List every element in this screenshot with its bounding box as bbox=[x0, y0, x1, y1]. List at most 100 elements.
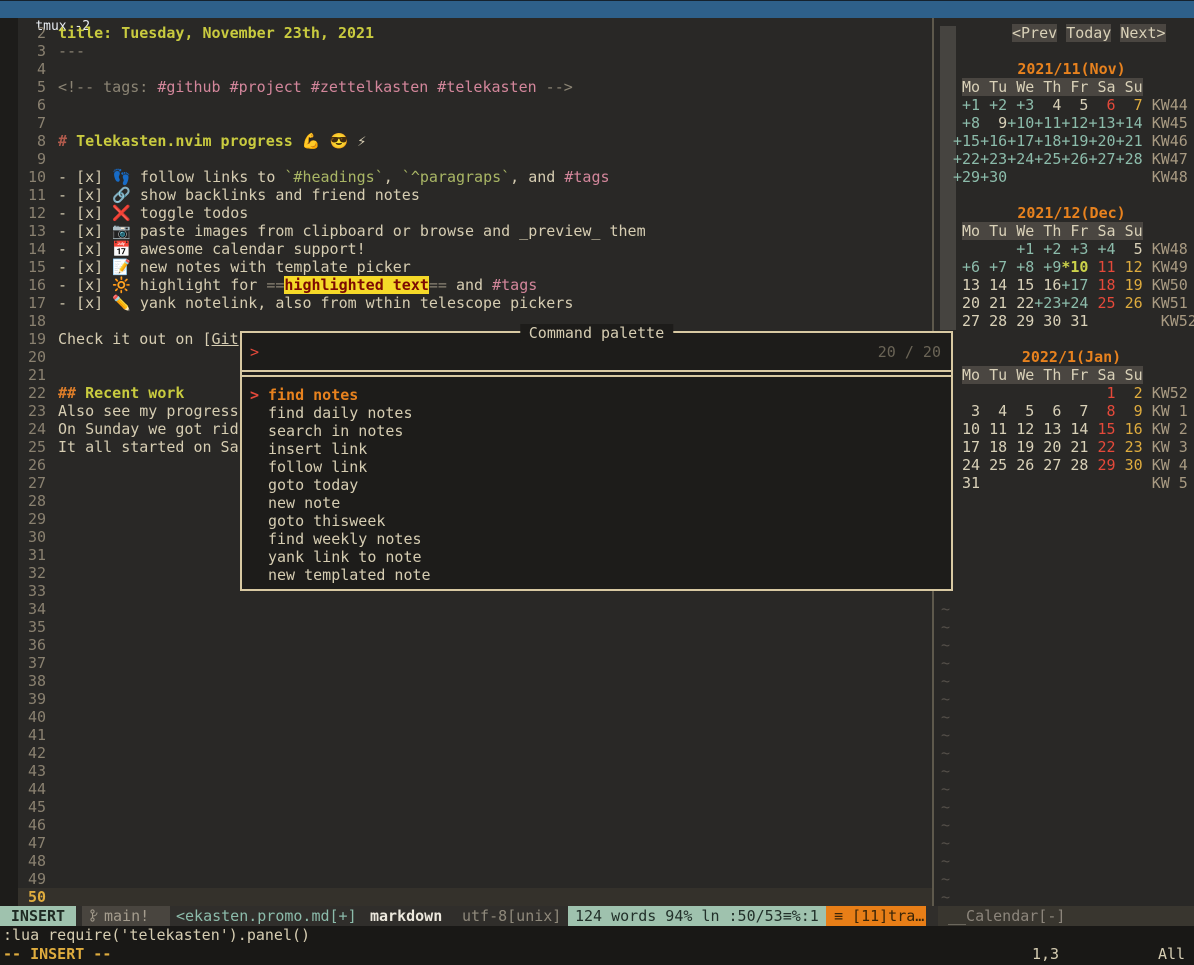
calendar-day[interactable]: +19 bbox=[1061, 132, 1088, 150]
palette-item[interactable]: insert link bbox=[242, 440, 951, 458]
calendar-nav-next[interactable]: Next> bbox=[1120, 24, 1165, 42]
calendar-day[interactable]: 30 bbox=[1034, 312, 1061, 330]
calendar-day[interactable]: +11 bbox=[1034, 114, 1061, 132]
calendar-day[interactable]: 4 bbox=[980, 402, 1007, 420]
editor-line[interactable]: - [x] 📅 awesome calendar support! bbox=[58, 240, 366, 258]
calendar-day[interactable]: +4 bbox=[1088, 240, 1115, 258]
calendar-day[interactable]: 5 bbox=[1116, 240, 1143, 258]
editor-line[interactable]: On Sunday we got rid bbox=[58, 420, 239, 438]
calendar-day[interactable]: +27 bbox=[1088, 150, 1115, 168]
calendar-day[interactable]: 14 bbox=[1061, 420, 1088, 438]
calendar-day[interactable]: +10 bbox=[1007, 114, 1034, 132]
calendar-day[interactable]: 19 bbox=[1116, 276, 1143, 294]
calendar-day[interactable]: +12 bbox=[1061, 114, 1088, 132]
calendar-day[interactable]: 15 bbox=[1007, 276, 1034, 294]
calendar-day[interactable]: +29 bbox=[953, 168, 980, 186]
palette-item[interactable]: follow link bbox=[242, 458, 951, 476]
calendar-day[interactable]: +20 bbox=[1088, 132, 1115, 150]
calendar-day[interactable]: +23 bbox=[980, 150, 1007, 168]
editor-line[interactable]: --- bbox=[58, 42, 85, 60]
calendar-day[interactable]: 17 bbox=[953, 438, 980, 456]
editor-line[interactable]: title: Tuesday, November 23th, 2021 bbox=[58, 24, 374, 42]
calendar-day[interactable]: 3 bbox=[953, 402, 980, 420]
editor-line[interactable]: Check it out on [Git bbox=[58, 330, 239, 348]
calendar-day[interactable]: +6 bbox=[953, 258, 980, 276]
editor-line[interactable]: - [x] 🔆 highlight for ==highlighted text… bbox=[58, 276, 537, 294]
calendar-day[interactable]: 31 bbox=[953, 474, 980, 492]
palette-item[interactable]: yank link to note bbox=[242, 548, 951, 566]
calendar-day[interactable]: 22 bbox=[1007, 294, 1034, 312]
calendar-day[interactable]: 10 bbox=[953, 420, 980, 438]
editor-line[interactable]: # Telekasten.nvim progress 💪 😎 ⚡ bbox=[58, 132, 366, 150]
calendar-day[interactable]: 30 bbox=[1116, 456, 1143, 474]
calendar-day[interactable]: 4 bbox=[1034, 96, 1061, 114]
calendar-day[interactable]: 5 bbox=[1061, 96, 1088, 114]
palette-item[interactable]: find weekly notes bbox=[242, 530, 951, 548]
calendar-day[interactable]: +2 bbox=[980, 96, 1007, 114]
calendar-day[interactable]: 23 bbox=[1116, 438, 1143, 456]
calendar-day[interactable]: 12 bbox=[1007, 420, 1034, 438]
calendar-day[interactable]: +17 bbox=[1061, 276, 1088, 294]
calendar-day[interactable]: +24 bbox=[1061, 294, 1088, 312]
calendar-day[interactable]: 1 bbox=[1088, 384, 1115, 402]
calendar-day[interactable]: 21 bbox=[1061, 438, 1088, 456]
calendar-day[interactable]: 13 bbox=[1034, 420, 1061, 438]
calendar-day[interactable]: +3 bbox=[1007, 96, 1034, 114]
editor-line[interactable]: ## Recent work bbox=[58, 384, 184, 402]
editor-line[interactable]: - [x] 📷 paste images from clipboard or b… bbox=[58, 222, 646, 240]
calendar-day[interactable]: 20 bbox=[1034, 438, 1061, 456]
calendar-day[interactable]: 29 bbox=[1088, 456, 1115, 474]
calendar-day[interactable]: +15 bbox=[953, 132, 980, 150]
calendar-day[interactable]: 7 bbox=[1116, 96, 1143, 114]
calendar-day[interactable]: +25 bbox=[1034, 150, 1061, 168]
calendar-nav-today[interactable]: Today bbox=[1066, 24, 1111, 42]
calendar-day[interactable]: 25 bbox=[980, 456, 1007, 474]
calendar-day[interactable]: +1 bbox=[1007, 240, 1034, 258]
calendar-day[interactable]: +26 bbox=[1061, 150, 1088, 168]
palette-item[interactable]: find daily notes bbox=[242, 404, 951, 422]
calendar-day[interactable]: 22 bbox=[1088, 438, 1115, 456]
calendar-day[interactable]: 11 bbox=[1088, 258, 1115, 276]
calendar-day[interactable]: +8 bbox=[953, 114, 980, 132]
calendar-day[interactable]: +23 bbox=[1034, 294, 1061, 312]
editor-line[interactable]: <!-- tags: #github #project #zettelkaste… bbox=[58, 78, 573, 96]
calendar-day[interactable]: +1 bbox=[953, 96, 980, 114]
calendar-day[interactable]: +8 bbox=[1007, 258, 1034, 276]
ex-command-line[interactable]: :lua require('telekasten').panel() bbox=[3, 926, 310, 944]
calendar-day[interactable]: 28 bbox=[1061, 456, 1088, 474]
calendar-day[interactable]: 27 bbox=[1034, 456, 1061, 474]
calendar-day[interactable]: 15 bbox=[1088, 420, 1115, 438]
note-link[interactable]: Git bbox=[212, 330, 239, 348]
calendar-day[interactable]: 5 bbox=[1007, 402, 1034, 420]
calendar-nav-prev[interactable]: <Prev bbox=[1012, 24, 1057, 42]
editor-line[interactable]: - [x] ❌ toggle todos bbox=[58, 204, 248, 222]
calendar-day[interactable]: 2 bbox=[1116, 384, 1143, 402]
palette-item[interactable]: goto today bbox=[242, 476, 951, 494]
calendar-day[interactable]: 24 bbox=[953, 456, 980, 474]
calendar-day[interactable]: 26 bbox=[1007, 456, 1034, 474]
calendar-day[interactable]: 21 bbox=[980, 294, 1007, 312]
calendar-day[interactable]: 11 bbox=[980, 420, 1007, 438]
calendar-day[interactable]: 6 bbox=[1088, 96, 1115, 114]
calendar-day[interactable]: +9 bbox=[1034, 258, 1061, 276]
calendar-day[interactable]: 14 bbox=[980, 276, 1007, 294]
editor-line[interactable]: - [x] ✏️ yank notelink, also from wthin … bbox=[58, 294, 573, 312]
calendar-day[interactable]: +21 bbox=[1116, 132, 1143, 150]
calendar-day[interactable]: 18 bbox=[980, 438, 1007, 456]
calendar-day[interactable]: 7 bbox=[1061, 402, 1088, 420]
calendar-day[interactable]: +7 bbox=[980, 258, 1007, 276]
calendar-day[interactable]: +24 bbox=[1007, 150, 1034, 168]
calendar-day[interactable]: 28 bbox=[980, 312, 1007, 330]
calendar-day[interactable]: 9 bbox=[1116, 402, 1143, 420]
calendar-day[interactable]: 25 bbox=[1088, 294, 1115, 312]
calendar-day[interactable]: +2 bbox=[1034, 240, 1061, 258]
calendar-day[interactable]: 19 bbox=[1007, 438, 1034, 456]
calendar-day[interactable]: 27 bbox=[953, 312, 980, 330]
editor-line[interactable]: - [x] 👣 follow links to `#headings`, `^p… bbox=[58, 168, 610, 186]
editor-line[interactable]: - [x] 📝 new notes with template picker bbox=[58, 258, 411, 276]
palette-item[interactable]: >find notes bbox=[242, 386, 951, 404]
palette-prompt-input[interactable]: > 20 / 20 bbox=[242, 333, 951, 372]
calendar-day[interactable]: 20 bbox=[953, 294, 980, 312]
calendar-day[interactable]: 9 bbox=[980, 114, 1007, 132]
calendar-day[interactable]: +30 bbox=[980, 168, 1007, 186]
